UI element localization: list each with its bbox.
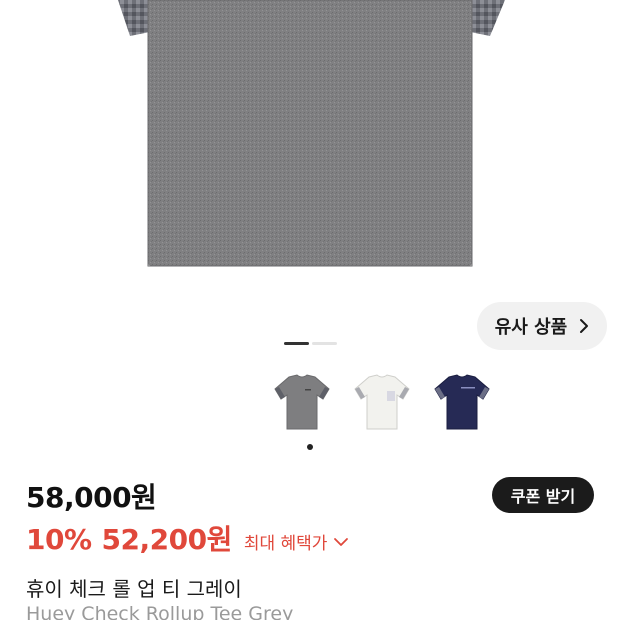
product-name-english: Huey Check Rollup Tee Grey <box>26 603 294 620</box>
max-benefit-label: 최대 혜택가 <box>243 534 328 554</box>
pager-indicator-active[interactable] <box>284 342 309 345</box>
pager-indicator[interactable] <box>312 342 337 345</box>
thumbnail-navy[interactable] <box>430 370 494 434</box>
max-benefit-toggle[interactable]: 최대 혜택가 <box>244 529 350 554</box>
product-main-image[interactable] <box>0 0 620 280</box>
color-thumbnails <box>270 370 494 434</box>
original-price: 58,000원 <box>26 481 157 514</box>
get-coupon-button[interactable]: 쿠폰 받기 <box>492 477 594 513</box>
discount-rate: 10% <box>26 523 92 556</box>
product-name-korean: 휴이 체크 롤 업 티 그레이 <box>26 577 242 601</box>
thumbnail-white[interactable] <box>350 370 414 434</box>
sale-price-row: 10% 52,200원 최대 혜택가 <box>26 518 349 558</box>
chevron-down-icon <box>334 537 349 546</box>
tshirt-navy-icon <box>434 374 490 430</box>
similar-products-button[interactable]: 유사 상품 <box>477 302 607 350</box>
chevron-right-icon <box>580 319 589 333</box>
product-detail-page: 유사 상품 58,000원 10% 52,200원 최대 혜택가 쿠폰 받기 휴… <box>0 0 620 620</box>
thumbnail-grey[interactable] <box>270 370 334 434</box>
sale-price: 52,200원 <box>101 523 233 556</box>
thumbnail-selected-dot <box>307 444 313 450</box>
image-pager <box>284 342 337 345</box>
tshirt-main-image <box>118 0 505 267</box>
tshirt-white-icon <box>354 374 410 430</box>
similar-products-label: 유사 상품 <box>494 317 568 338</box>
tshirt-grey-icon <box>274 374 330 430</box>
